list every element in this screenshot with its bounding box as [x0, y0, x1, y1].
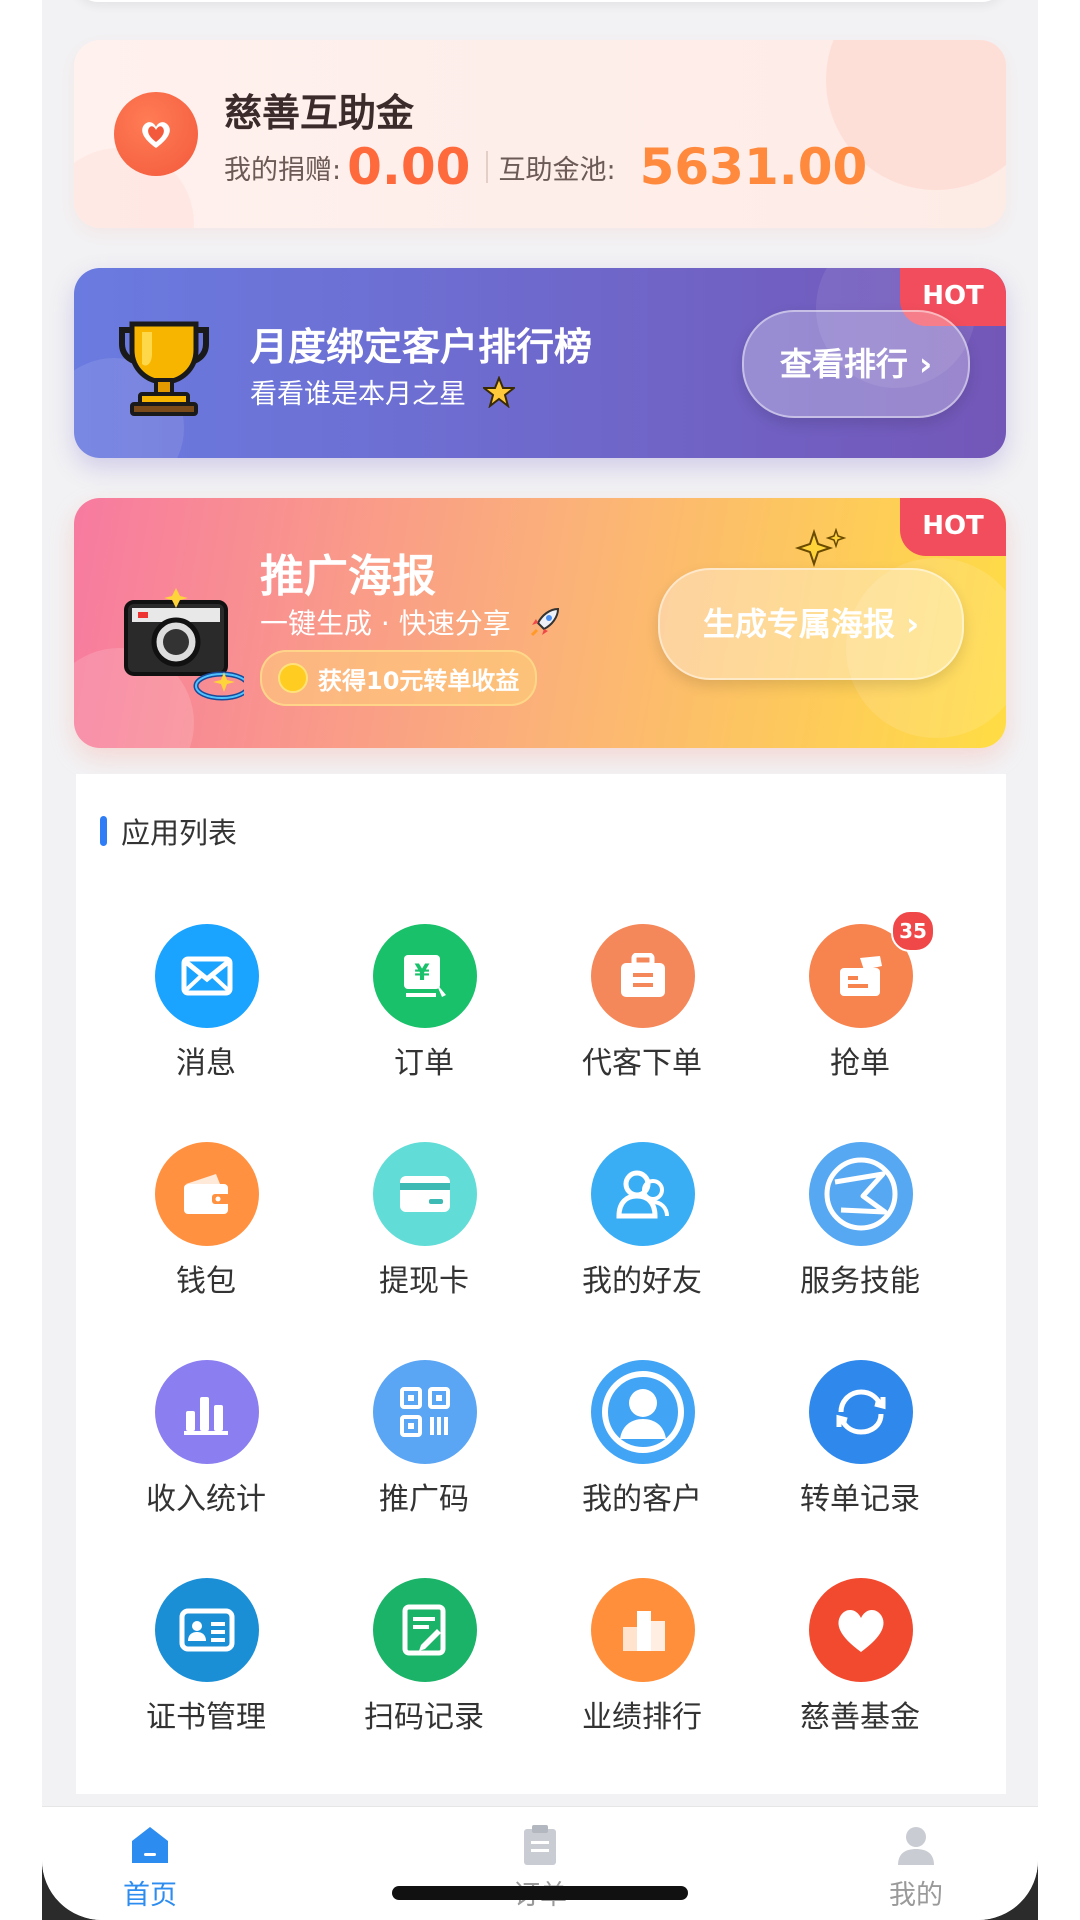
- tab-home[interactable]: 首页: [50, 1823, 250, 1912]
- home-indicator[interactable]: [392, 1886, 688, 1900]
- reward-pill: 获得10元转单收益: [260, 650, 538, 706]
- app-item-mail[interactable]: 消息: [97, 924, 315, 1114]
- app-item-label: 推广码: [379, 1482, 469, 1517]
- app-item-qr-code[interactable]: 推广码: [315, 1360, 533, 1550]
- pool-value: 5631.00: [639, 138, 868, 196]
- heart-icon: [114, 92, 198, 176]
- svg-text:¥: ¥: [414, 961, 430, 986]
- section-accent-bar: [100, 816, 107, 846]
- app-item-wallet[interactable]: 钱包: [97, 1142, 315, 1332]
- bottom-tab-bar: 首页 订单 我的: [42, 1806, 1038, 1920]
- friends-icon: [591, 1142, 695, 1246]
- promo-poster-banner[interactable]: HOT 推广海报 一键生成 · 快速分享 获得10元转单收益 生成专属海报 ›: [74, 498, 1006, 748]
- notification-badge: 35: [891, 910, 935, 952]
- qr-code-icon: [373, 1360, 477, 1464]
- app-item-label: 收入统计: [146, 1482, 266, 1517]
- charity-stats: 我的捐赠: 0.00 互助金池: 5631.00: [224, 132, 873, 202]
- app-item-card[interactable]: 提现卡: [315, 1142, 533, 1332]
- app-item-label: 我的好友: [582, 1264, 702, 1299]
- charity-title: 慈善互助金: [224, 91, 415, 135]
- app-item-grab-order[interactable]: 35 抢单: [751, 910, 969, 1114]
- home-icon: [50, 1823, 250, 1867]
- customer-icon: [591, 1360, 695, 1464]
- reward-text: 获得10元转单收益: [318, 666, 520, 695]
- my-donation-value: 0.00: [347, 138, 471, 196]
- tab-home-label: 首页: [123, 1880, 177, 1911]
- app-item-label: 消息: [176, 1046, 236, 1081]
- divider: [486, 151, 489, 183]
- mail-icon: [155, 924, 259, 1028]
- app-item-yuan-order[interactable]: ¥ 订单: [315, 924, 533, 1114]
- card-icon: [373, 1142, 477, 1246]
- trophy-icon: [118, 320, 210, 420]
- pool-label: 互助金池:: [498, 154, 616, 186]
- device-frame-left: [0, 0, 42, 1920]
- yuan-order-icon: ¥: [373, 924, 477, 1028]
- chevron-right-icon: ›: [907, 345, 933, 383]
- app-item-label: 证书管理: [146, 1700, 266, 1735]
- device-frame-right: [1038, 0, 1080, 1920]
- view-ranking-button[interactable]: 查看排行 ›: [742, 310, 970, 418]
- app-item-bar-chart[interactable]: 收入统计: [97, 1360, 315, 1550]
- briefcase-icon: [591, 924, 695, 1028]
- performance-icon: [591, 1578, 695, 1682]
- app-item-label: 提现卡: [379, 1264, 469, 1299]
- ranking-title: 月度绑定客户排行榜: [250, 325, 593, 369]
- refresh-icon: [809, 1360, 913, 1464]
- hot-tag: HOT: [900, 498, 1006, 556]
- app-item-scan-record[interactable]: 扫码记录: [315, 1578, 533, 1768]
- generate-poster-label: 生成专属海报: [702, 605, 895, 643]
- wallet-icon: [155, 1142, 259, 1246]
- order-list-icon: [440, 1823, 640, 1867]
- app-item-label: 我的客户: [582, 1482, 702, 1517]
- app-item-refresh[interactable]: 转单记录: [751, 1360, 969, 1550]
- app-item-label: 服务技能: [800, 1264, 920, 1299]
- app-item-label: 慈善基金: [800, 1700, 920, 1735]
- generate-poster-button[interactable]: 生成专属海报 ›: [658, 568, 964, 680]
- poster-subtitle-text: 一键生成 · 快速分享: [260, 607, 511, 640]
- camera-icon: [124, 586, 251, 710]
- ranking-subtitle-text: 看看谁是本月之星: [250, 379, 466, 410]
- app-item-label: 业绩排行: [582, 1700, 702, 1735]
- app-list-section: 应用列表 消息 ¥ 订单 代客下单 35 抢单钱包 提现卡 我的好友 服务技能收入统计 推广码 我的…: [76, 774, 1006, 1794]
- app-item-performance[interactable]: 业绩排行: [533, 1578, 751, 1768]
- ranking-subtitle: 看看谁是本月之星: [250, 372, 517, 415]
- app-item-briefcase[interactable]: 代客下单: [533, 924, 751, 1114]
- rocket-icon: [528, 605, 562, 646]
- app-item-customer[interactable]: 我的客户: [533, 1360, 751, 1550]
- chevron-right-icon: ›: [894, 605, 920, 643]
- id-card-icon: [155, 1578, 259, 1682]
- monthly-ranking-banner[interactable]: HOT 月度绑定客户排行榜 看看谁是本月之星 查看排行 ›: [74, 268, 1006, 458]
- app-item-skills[interactable]: 服务技能: [751, 1142, 969, 1332]
- heart-icon: [809, 1578, 913, 1682]
- bar-chart-icon: [155, 1360, 259, 1464]
- app-item-heart[interactable]: 慈善基金: [751, 1578, 969, 1768]
- app-item-id-card[interactable]: 证书管理: [97, 1578, 315, 1768]
- user-icon: [816, 1823, 1016, 1867]
- skills-icon: [809, 1142, 913, 1246]
- app-item-label: 扫码记录: [364, 1700, 484, 1735]
- star-icon: [480, 375, 517, 415]
- app-item-label: 钱包: [176, 1264, 236, 1299]
- tab-profile[interactable]: 我的: [816, 1823, 1016, 1912]
- app-item-label: 订单: [394, 1046, 454, 1081]
- view-ranking-label: 查看排行: [779, 345, 908, 383]
- app-item-label: 转单记录: [800, 1482, 920, 1517]
- scan-record-icon: [373, 1578, 477, 1682]
- poster-subtitle: 一键生成 · 快速分享: [260, 602, 562, 646]
- phone-screen: 慈善互助金 我的捐赠: 0.00 互助金池: 5631.00 HOT 月度绑定客…: [42, 0, 1038, 1920]
- app-item-friends[interactable]: 我的好友: [533, 1142, 751, 1332]
- poster-title: 推广海报: [260, 551, 436, 602]
- app-item-label: 抢单: [830, 1046, 890, 1081]
- my-donation-label: 我的捐赠:: [224, 154, 342, 186]
- previous-card-edge: [74, 0, 1006, 2]
- coin-icon: [278, 663, 308, 693]
- app-list-header: 应用列表: [100, 810, 237, 852]
- app-item-label: 代客下单: [582, 1046, 702, 1081]
- app-list-title: 应用列表: [121, 816, 238, 850]
- tab-profile-label: 我的: [889, 1880, 943, 1911]
- charity-fund-card[interactable]: 慈善互助金 我的捐赠: 0.00 互助金池: 5631.00: [74, 40, 1006, 228]
